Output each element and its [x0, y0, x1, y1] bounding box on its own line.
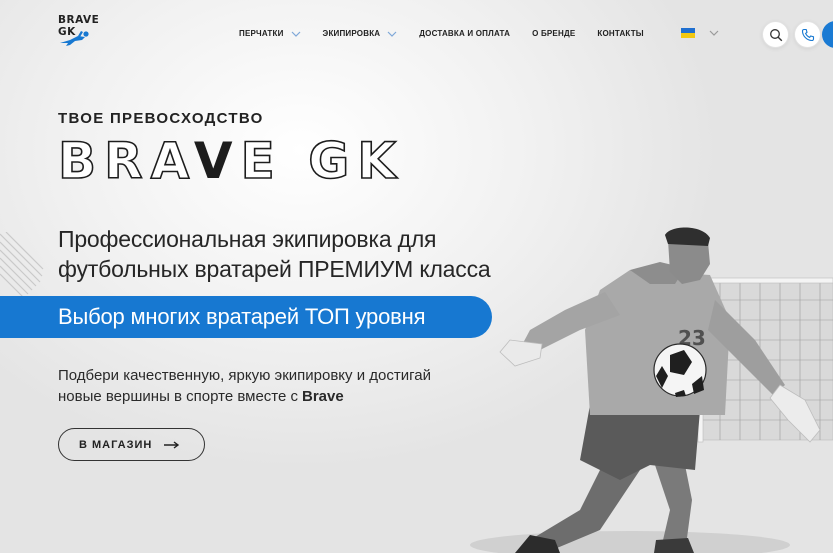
hero-headline-line2: футбольных вратарей ПРЕМИУМ класса — [58, 256, 491, 282]
arrow-right-icon — [164, 440, 180, 449]
search-icon — [769, 28, 782, 41]
nav-item-gloves-label: ПЕРЧАТКИ — [239, 29, 284, 38]
hero-headline: Профессиональная экипировка для футбольн… — [58, 224, 491, 284]
decorative-stripes — [0, 232, 44, 299]
hero-banner: Выбор многих вратарей ТОП уровня — [0, 296, 492, 338]
nav-item-contacts[interactable]: КОНТАКТЫ — [597, 29, 643, 38]
ukraine-flag-icon — [681, 28, 695, 38]
nav-item-equipment-label: ЭКИПИРОВКА — [322, 29, 381, 38]
search-button[interactable] — [762, 21, 789, 48]
brand-title-left: BRA — [58, 132, 194, 186]
cart-button[interactable] — [822, 21, 833, 48]
goalkeeper-photo: 23 — [470, 227, 833, 553]
goalkeeper-logo-icon — [60, 31, 89, 46]
hero-banner-text: Выбор многих вратарей ТОП уровня — [58, 304, 426, 329]
shop-button-label: В МАГАЗИН — [79, 438, 153, 451]
nav-item-contacts-label: КОНТАКТЫ — [597, 29, 644, 38]
phone-button[interactable] — [794, 21, 821, 48]
hero-headline-line1: Профессиональная экипировка для — [58, 226, 437, 252]
hero-subtext-line2-text: новые вершины в спорте вместе с — [58, 388, 299, 405]
chevron-down-icon — [387, 31, 397, 37]
svg-text:BRAVE GK: BRAVE GK — [58, 132, 404, 186]
shop-button[interactable]: В МАГАЗИН — [58, 428, 205, 461]
nav-item-about-label: О БРЕНДЕ — [532, 29, 576, 38]
brand-title: BRAVE GK — [57, 131, 404, 186]
brand-title-right: E GK — [241, 132, 404, 186]
chevron-down-icon — [709, 30, 719, 36]
brand-title-accent: V — [194, 132, 241, 186]
main-nav: ПЕРЧАТКИ ЭКИПИРОВКА ДОСТАВКА И ОПЛАТА О … — [239, 29, 644, 38]
hero-subtext-line1: Подбери качественную, яркую экипировку и… — [58, 367, 431, 384]
chevron-down-icon — [291, 31, 300, 37]
nav-item-equipment[interactable]: ЭКИПИРОВКА — [323, 29, 398, 38]
hero-subtext-brand: Brave — [302, 388, 344, 405]
nav-item-delivery[interactable]: ДОСТАВКА И ОПЛАТА — [419, 29, 510, 38]
nav-item-delivery-label: ДОСТАВКА И ОПЛАТА — [419, 29, 511, 38]
language-selector[interactable] — [681, 28, 719, 38]
phone-icon — [801, 28, 814, 41]
hero-subtext-line2: новые вершины в спорте вместе с Brave — [58, 386, 431, 407]
hero-kicker: ТВОЕ ПРЕВОСХОДСТВО — [58, 110, 264, 127]
logo[interactable]: BRAVE GK — [58, 14, 118, 54]
hero-subtext: Подбери качественную, яркую экипировку и… — [58, 365, 431, 407]
nav-item-about[interactable]: О БРЕНДЕ — [532, 29, 575, 38]
nav-item-gloves[interactable]: ПЕРЧАТКИ — [239, 29, 301, 38]
